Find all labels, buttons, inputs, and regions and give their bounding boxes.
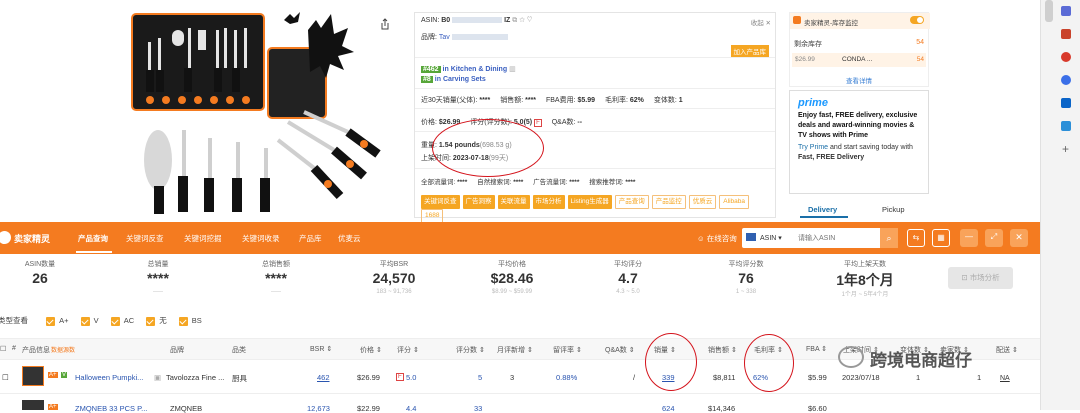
view-details-link[interactable]: 查看详情 <box>846 75 872 85</box>
bing-icon[interactable] <box>1061 121 1071 131</box>
outlook-icon[interactable] <box>1061 98 1071 108</box>
search-icon[interactable]: ⌕ <box>880 228 898 248</box>
product-title-link[interactable]: Halloween Pumpki... <box>75 373 143 382</box>
add-icon[interactable]: + <box>1062 142 1069 156</box>
sort-review-rate[interactable]: 留评率 ⇕ <box>553 345 582 355</box>
brand-icon: ▣ <box>154 373 162 382</box>
brand-title: 卖家精灵 <box>14 234 51 244</box>
subcategory-link[interactable]: Carving Sets <box>443 76 486 83</box>
asin-search-input[interactable] <box>798 231 876 245</box>
filter-bs[interactable]: BS <box>178 316 202 326</box>
product-thumbnail[interactable] <box>22 400 44 410</box>
inventory-monitor-widget: 卖家精灵-库存监控 剩余库存 54 $26.99 CONDA ... 54 查看… <box>789 12 930 87</box>
tag-listing-generator[interactable]: Listing生成器 <box>567 195 612 209</box>
seller-sprite-toolbar: 卖家精灵 产品查询 关键词反查 关键词挖掘 关键词收录 产品库 优麦云 ☺ 在线… <box>0 222 1040 254</box>
copy-icon[interactable]: ⧉ ☆ ♡ <box>512 17 532 24</box>
maximize-icon[interactable]: ⤢ <box>985 229 1003 247</box>
close-icon[interactable]: ✕ <box>766 20 771 27</box>
annotation-circle <box>744 334 794 392</box>
monitor-toggle[interactable] <box>910 16 924 24</box>
badge-aplus: A+ <box>48 404 58 410</box>
grid-icon[interactable]: ▦ <box>932 229 950 247</box>
type-filter: 类型查看 A+ V AC 无 BS <box>0 316 202 326</box>
category-link[interactable]: Kitchen & Dining <box>451 66 507 73</box>
try-prime-link[interactable]: Try Prime <box>798 144 828 151</box>
share-icon[interactable] <box>380 18 390 30</box>
prime-box: prime Enjoy fast, FREE delivery, exclusi… <box>789 90 929 194</box>
scrollbar-thumb[interactable] <box>1045 0 1053 22</box>
extension-icon[interactable] <box>1061 6 1071 16</box>
prime-logo: prime <box>798 97 828 109</box>
search-type-select[interactable]: ASIN ▾ <box>760 234 782 242</box>
sort-revenue[interactable]: 销售额 ⇕ <box>708 345 737 355</box>
nav-keyword-mining[interactable]: 关键词挖掘 <box>184 233 222 244</box>
delivery-tab[interactable]: Delivery <box>808 205 837 214</box>
annotation-circle <box>432 119 544 177</box>
collapse-button[interactable]: 收起 <box>751 20 764 27</box>
row-checkbox[interactable]: ☐ <box>2 373 9 382</box>
tag-alibaba[interactable]: Alibaba <box>719 195 749 209</box>
pickup-tab[interactable]: Pickup <box>882 205 905 214</box>
nav-keyword-reverse[interactable]: 关键词反查 <box>126 233 164 244</box>
product-title-link[interactable]: ZMQNEB 33 PCS P... <box>75 404 147 413</box>
sort-bsr[interactable]: BSR ⇕ <box>310 345 332 353</box>
add-to-product-library-button[interactable]: 加入产品库 <box>730 45 769 57</box>
nav-product-library[interactable]: 产品库 <box>299 233 322 244</box>
sort-reviews[interactable]: 评分数 ⇕ <box>456 345 485 355</box>
sort-monthly-new[interactable]: 月评新增 ⇕ <box>497 345 533 355</box>
badge-v: V <box>61 372 68 378</box>
filter-v[interactable]: V <box>80 316 99 326</box>
copilot-icon[interactable] <box>1061 75 1071 85</box>
close-icon[interactable]: ✕ <box>1010 229 1028 247</box>
sort-qa[interactable]: Q&A数 ⇕ <box>605 345 635 355</box>
sort-delivery[interactable]: 配送 ⇕ <box>996 345 1018 355</box>
sort-price[interactable]: 价格 ⇕ <box>360 345 382 355</box>
tag-product-query[interactable]: 产品查询 <box>614 195 649 209</box>
filter-ac[interactable]: AC <box>110 316 134 326</box>
tag-product-monitor[interactable]: 产品监控 <box>651 195 686 209</box>
header-select-checkbox[interactable]: ☐ <box>0 345 6 353</box>
seller-sprite-icon <box>793 16 801 24</box>
tag-youmai-cloud[interactable]: 优质云 <box>688 195 717 209</box>
nav-product-query[interactable]: 产品查询 <box>78 233 108 244</box>
product-thumbnail[interactable] <box>22 366 44 386</box>
seller-sprite-logo-icon <box>0 231 11 244</box>
nav-youmai-cloud[interactable]: 优麦云 <box>338 233 361 244</box>
bsr-link[interactable]: 462 <box>317 373 330 382</box>
seller-sprite-product-panel: ASIN: B0 IZ ⧉ ☆ ♡ 收起 ✕ 品牌: Tav 加入产品库 #46… <box>414 12 776 223</box>
wechat-icon <box>838 346 864 368</box>
person-icon[interactable] <box>1061 52 1071 62</box>
sort-fba[interactable]: FBA ⇕ <box>806 345 827 353</box>
us-flag-icon <box>746 233 756 241</box>
tag-1688[interactable]: 1688 <box>421 209 444 223</box>
minimize-icon[interactable]: — <box>960 229 978 247</box>
filter-none[interactable]: 无 <box>146 316 167 326</box>
online-consult-button[interactable]: ☺ 在线咨询 <box>697 233 737 244</box>
annotation-circle <box>645 333 697 391</box>
product-image <box>128 0 390 218</box>
sort-rating[interactable]: 评分 ⇕ <box>397 345 419 355</box>
market-analysis-button[interactable]: ⊡ 市场分析 <box>948 267 1013 289</box>
tag-related-traffic[interactable]: 关联流量 <box>497 195 530 209</box>
nav-keyword-index[interactable]: 关键词收录 <box>242 233 280 244</box>
browser-sidebar: + <box>1040 0 1080 410</box>
tag-keyword-reverse[interactable]: 关键词反查 <box>421 195 460 209</box>
filter-aplus[interactable]: A+ <box>46 316 68 326</box>
brand-link[interactable]: Tav <box>439 34 450 41</box>
tag-ad-insight[interactable]: 广告洞察 <box>462 195 495 209</box>
toolbox-icon[interactable] <box>1061 29 1071 39</box>
tag-market-analysis[interactable]: 市场分析 <box>532 195 565 209</box>
badge-aplus: A+ <box>48 372 58 378</box>
bookmark-icon[interactable]: ⇆ <box>907 229 925 247</box>
watermark-text: 跨境电商超仔 <box>870 351 972 370</box>
